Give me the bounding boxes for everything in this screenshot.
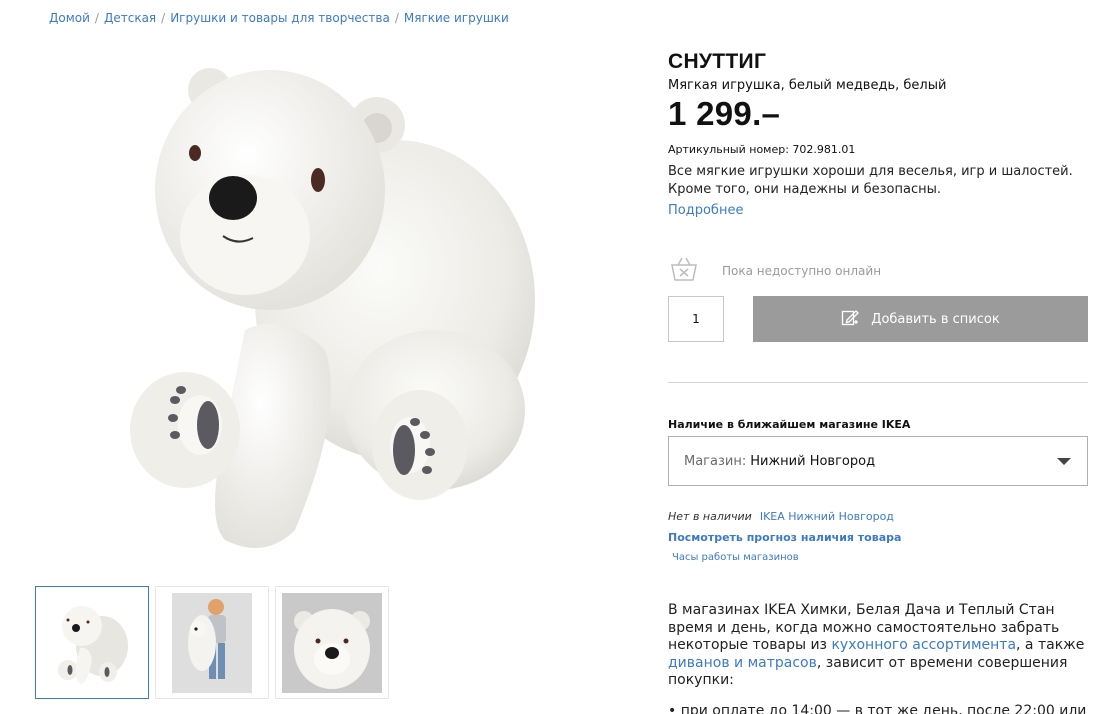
product-subtitle: Мягкая игрушка, белый медведь, белый	[668, 78, 947, 93]
quantity-input[interactable]: 1	[668, 296, 724, 342]
product-title: СНУТТИГ	[668, 50, 767, 73]
breadcrumb-kids[interactable]: Детская	[104, 11, 156, 25]
store-select-value: Нижний Новгород	[750, 453, 876, 469]
nearest-store-heading: Наличие в ближайшем магазине IKEA	[668, 418, 911, 431]
thumbnail-bear-face-closeup[interactable]	[275, 586, 389, 699]
pickup-info-bullet: • при оплате до 14:00 — в тот же день, п…	[668, 703, 1087, 714]
online-status-text: Пока недоступно онлайн	[722, 264, 882, 278]
store-stock-line: Нет в наличии IKEA Нижний Новгород	[668, 510, 894, 523]
product-main-image[interactable]	[115, 50, 545, 560]
product-price: 1 299.–	[668, 95, 781, 132]
sofas-mattresses-link[interactable]: диванов и матрасов	[668, 655, 817, 671]
article-number: Артикульный номер: 702.981.01	[668, 143, 856, 156]
pickup-info-text-2: , а также	[1016, 637, 1085, 653]
breadcrumb-soft-toys[interactable]: Мягкие игрушки	[404, 11, 509, 25]
basket-unavailable-icon	[668, 255, 700, 287]
section-divider	[668, 382, 1088, 383]
breadcrumb: Домой / Детская / Игрушки и товары для т…	[49, 11, 509, 25]
product-description: Все мягкие игрушки хороши для веселья, и…	[668, 164, 1073, 197]
thumbnail-gallery	[35, 586, 389, 699]
breadcrumb-separator: /	[161, 11, 166, 25]
more-details-link[interactable]: Подробнее	[668, 203, 743, 218]
online-availability: Пока недоступно онлайн	[668, 255, 881, 287]
stock-status: Нет в наличии	[668, 510, 752, 523]
breadcrumb-separator: /	[94, 11, 99, 25]
store-hours-link[interactable]: Часы работы магазинов	[672, 552, 799, 563]
kitchen-range-link[interactable]: кухонного ассортимента	[831, 637, 1016, 653]
pickup-info-paragraph: В магазинах IKEA Химки, Белая Дача и Теп…	[668, 602, 1088, 690]
chevron-down-icon	[1057, 458, 1071, 465]
thumbnail-polar-bear-front[interactable]	[35, 586, 149, 699]
thumbnail-child-with-bear[interactable]	[155, 586, 269, 699]
add-to-list-button[interactable]: Добавить в список	[753, 296, 1088, 342]
add-to-list-icon	[841, 308, 860, 330]
stock-forecast-link[interactable]: Посмотреть прогноз наличия товара	[668, 531, 901, 544]
product-info: СНУТТИГ Мягкая игрушка, белый медведь, б…	[668, 50, 1088, 218]
store-select[interactable]: Магазин: Нижний Новгород	[668, 436, 1088, 486]
add-to-list-label: Добавить в список	[871, 311, 1000, 327]
breadcrumb-home[interactable]: Домой	[49, 11, 90, 25]
stock-store-link[interactable]: IKEA Нижний Новгород	[760, 510, 894, 523]
breadcrumb-toys[interactable]: Игрушки и товары для творчества	[170, 11, 390, 25]
breadcrumb-separator: /	[394, 11, 399, 25]
store-select-label: Магазин:	[684, 453, 747, 469]
